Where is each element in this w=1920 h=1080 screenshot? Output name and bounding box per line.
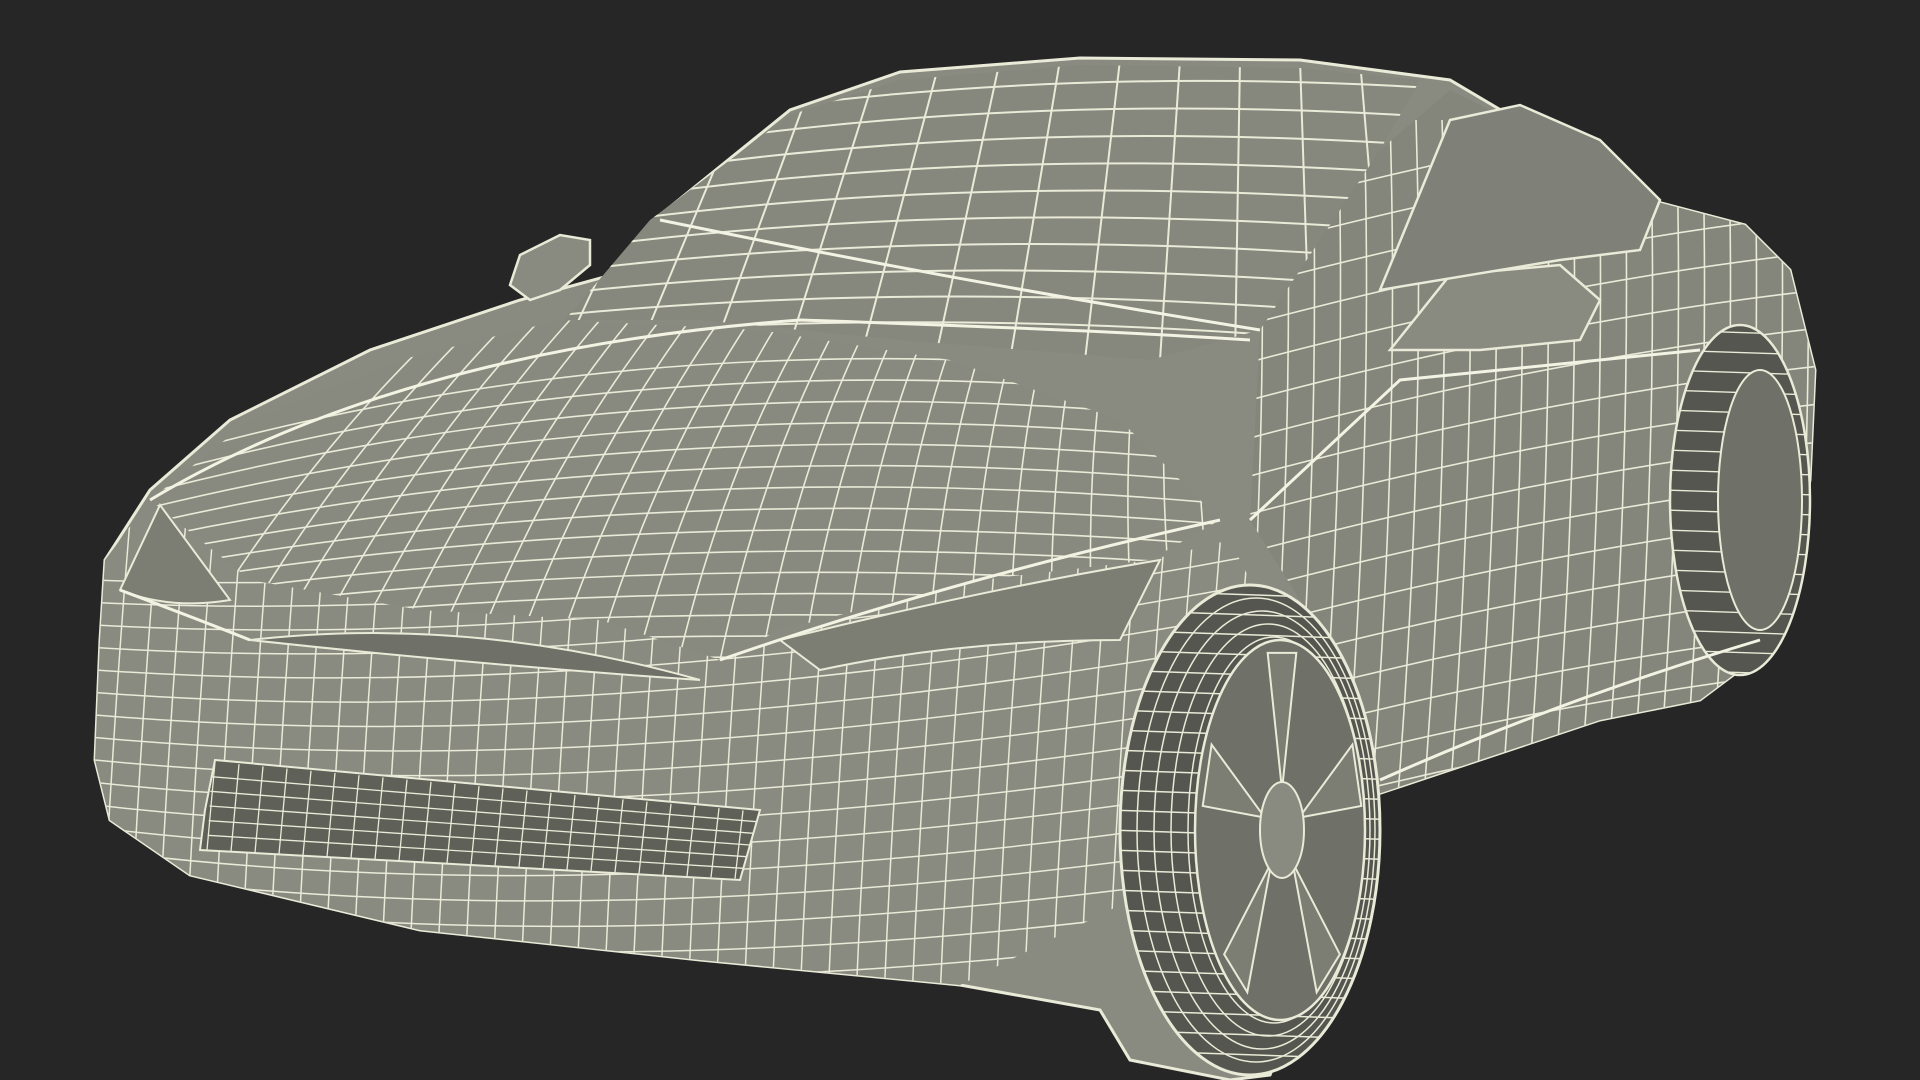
render-viewport — [0, 0, 1920, 1080]
car-wireframe — [93, 56, 1817, 1080]
wheel-hub — [1259, 781, 1305, 879]
